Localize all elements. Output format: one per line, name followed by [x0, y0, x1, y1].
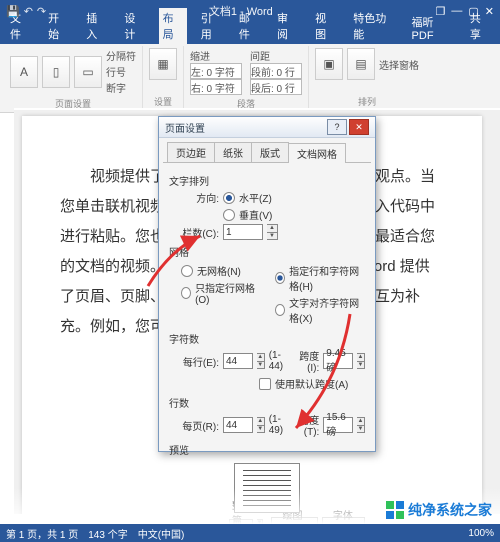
group-title-settings: 设置: [149, 95, 177, 108]
radio-lines-only[interactable]: [181, 287, 191, 299]
radio-align-chars[interactable]: [275, 304, 285, 316]
dialog-close-icon[interactable]: ✕: [349, 119, 369, 135]
radio-align-chars-label: 文字对齐字符网格(X): [289, 295, 365, 325]
columns-button[interactable]: 分隔符: [106, 48, 136, 63]
line-pitch-label: 跨度(T):: [291, 412, 319, 438]
status-bar: 第 1 页，共 1 页 143 个字 中文(中国) 100%: [0, 524, 500, 542]
per-page-spinner[interactable]: ▲▼: [257, 417, 265, 433]
radio-chars-lines[interactable]: [275, 272, 285, 284]
per-page-range: (1-49): [269, 414, 288, 436]
spacing-before-field[interactable]: 段前: 0 行: [250, 63, 302, 79]
radio-horizontal[interactable]: [223, 192, 235, 204]
section-chars: 字符数: [169, 331, 365, 346]
dialog-body: 文字排列 方向: 水平(Z) 垂直(V) 栏数(C): 1▲▼ 网格 无网格(N…: [159, 163, 375, 542]
char-pitch-label: 跨度(I):: [291, 348, 319, 374]
ribbon-tabs: 文件 开始 插入 设计 布局 引用 邮件 审阅 视图 特色功能 福昕PDF 共享: [0, 22, 500, 44]
dialog-tab-document-grid[interactable]: 文档网格: [288, 143, 346, 163]
ribbon-group-page-setup: A ▯ ▭ 分隔符 行号 断字 页面设置: [4, 46, 143, 110]
line-pitch-spinner[interactable]: ▲▼: [357, 417, 365, 433]
dialog-title: 页面设置: [165, 120, 325, 135]
spacing-after-field[interactable]: 段后: 0 行: [250, 79, 302, 95]
section-preview: 预览: [169, 442, 365, 457]
per-line-range: (1-44): [269, 350, 288, 372]
indent-heading: 缩进: [190, 48, 242, 63]
share-button[interactable]: 共享: [466, 8, 494, 44]
char-pitch-spinner[interactable]: ▲▼: [357, 353, 365, 369]
watermark-logo-icon: [386, 501, 404, 519]
section-lines: 行数: [169, 395, 365, 410]
margins-button[interactable]: ▯: [42, 56, 70, 88]
radio-no-grid[interactable]: [181, 265, 193, 277]
indent-right-field[interactable]: 右: 0 字符: [190, 79, 242, 95]
radio-vertical[interactable]: [223, 209, 235, 221]
dialog-tabs: 页边距 纸张 版式 文档网格: [163, 138, 371, 163]
per-page-field[interactable]: 44: [223, 417, 253, 433]
selection-pane-button[interactable]: 选择窗格: [379, 57, 419, 72]
text-direction-button[interactable]: A: [10, 56, 38, 88]
per-line-spinner[interactable]: ▲▼: [257, 353, 265, 369]
columns-label: 栏数(C):: [181, 225, 219, 240]
quick-access-toolbar: 💾 ↶ ↷: [6, 5, 46, 18]
char-pitch-field[interactable]: 9.45 磅: [323, 353, 353, 369]
redo-icon[interactable]: ↷: [37, 5, 46, 18]
dialog-tab-margins[interactable]: 页边距: [167, 142, 215, 162]
columns-spinner[interactable]: ▲▼: [267, 224, 278, 240]
group-title-arrange: 排列: [315, 95, 419, 108]
ribbon-group-manuscript: ▦ 设置: [143, 46, 184, 110]
dialog-titlebar[interactable]: 页面设置 ? ✕: [159, 117, 375, 138]
paper-size-button[interactable]: ▭: [74, 56, 102, 88]
dialog-tab-paper[interactable]: 纸张: [214, 142, 252, 162]
spacing-heading: 间距: [250, 48, 302, 63]
per-page-label: 每页(R):: [181, 418, 219, 433]
status-page[interactable]: 第 1 页，共 1 页: [6, 526, 78, 541]
columns-field[interactable]: 1: [223, 224, 263, 240]
window-title: 文档1 - Word: [46, 3, 435, 19]
watermark-text: 纯净系统之家: [408, 500, 492, 520]
radio-horizontal-label: 水平(Z): [239, 190, 272, 205]
indent-left-field[interactable]: 左: 0 字符: [190, 63, 242, 79]
position-button[interactable]: ▣: [315, 48, 343, 80]
radio-vertical-label: 垂直(V): [239, 207, 272, 222]
per-line-field[interactable]: 44: [223, 353, 253, 369]
manuscript-settings-button[interactable]: ▦: [149, 48, 177, 80]
section-text-arrange: 文字排列: [169, 173, 365, 188]
dialog-tab-layout[interactable]: 版式: [251, 142, 289, 162]
use-default-pitch-label: 使用默认跨度(A): [275, 376, 348, 391]
radio-chars-lines-label: 指定行和字符网格(H): [289, 263, 365, 293]
status-zoom[interactable]: 100%: [468, 528, 494, 539]
dialog-help-icon[interactable]: ?: [327, 119, 347, 135]
radio-no-grid-label: 无网格(N): [197, 263, 241, 278]
ribbon-layout: A ▯ ▭ 分隔符 行号 断字 页面设置 ▦ 设置 缩进 左: 0 字符: [0, 44, 500, 113]
save-icon[interactable]: 💾: [6, 5, 20, 18]
use-default-pitch-checkbox[interactable]: [259, 378, 271, 390]
wrap-text-button[interactable]: ▤: [347, 48, 375, 80]
word-app-window: { "titlebar": { "title": "文档1 - Word", "…: [0, 0, 500, 542]
per-line-label: 每行(E):: [181, 354, 219, 369]
status-language[interactable]: 中文(中国): [138, 526, 185, 541]
ribbon-group-paragraph: 缩进 左: 0 字符 右: 0 字符 间距 段前: 0 行 段后: 0 行 段落: [184, 46, 309, 110]
undo-icon[interactable]: ↶: [24, 5, 33, 18]
hyphenation-button[interactable]: 断字: [106, 80, 136, 95]
watermark: 纯净系统之家: [386, 500, 492, 520]
line-numbers-button[interactable]: 行号: [106, 64, 136, 79]
line-pitch-field[interactable]: 15.6 磅: [323, 417, 353, 433]
direction-label: 方向:: [181, 190, 219, 205]
page-setup-dialog: 页面设置 ? ✕ 页边距 纸张 版式 文档网格 文字排列 方向: 水平(Z) 垂…: [158, 116, 376, 452]
ribbon-group-arrange: ▣ ▤ 选择窗格 排列: [309, 46, 425, 110]
status-word-count[interactable]: 143 个字: [88, 526, 127, 541]
window-titlebar: 💾 ↶ ↷ 文档1 - Word ❐ — ▢ ✕: [0, 0, 500, 22]
radio-lines-only-label: 只指定行网格(O): [195, 280, 255, 306]
section-grid: 网格: [169, 244, 365, 259]
